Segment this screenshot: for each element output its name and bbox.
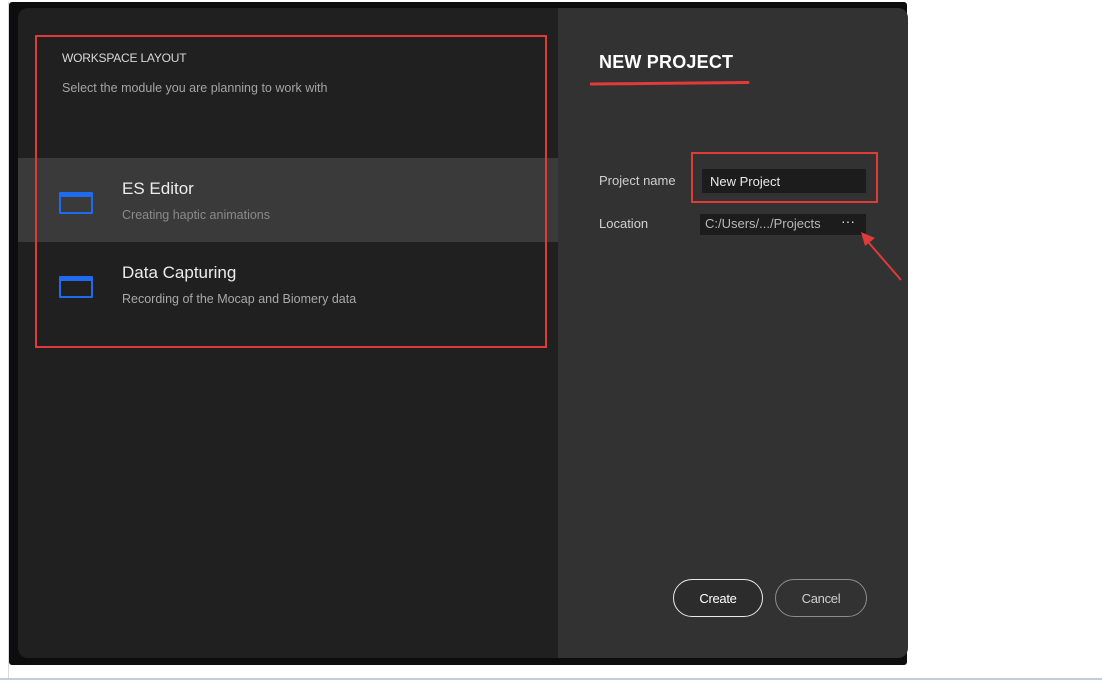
bottom-border-line	[0, 678, 1102, 680]
new-project-pane	[558, 8, 908, 658]
cancel-button[interactable]: Cancel	[775, 579, 867, 617]
module-es-editor[interactable]: ES Editor Creating haptic animations	[18, 158, 558, 242]
location-label: Location	[599, 216, 649, 231]
project-name-label: Project name	[599, 173, 676, 188]
module-data-capturing[interactable]: Data Capturing Recording of the Mocap an…	[18, 242, 558, 326]
workspace-layout-subtitle: Select the module you are planning to wo…	[62, 81, 328, 95]
window-icon	[59, 192, 93, 214]
workspace-layout-pane	[18, 8, 558, 658]
module-name: ES Editor	[122, 179, 194, 198]
workspace-layout-title: WORKSPACE LAYOUT	[62, 51, 187, 65]
window-icon	[59, 276, 93, 298]
title-underline-annotation	[590, 81, 750, 86]
module-description: Creating haptic animations	[122, 208, 270, 222]
ellipsis-icon[interactable]: ···	[841, 213, 855, 229]
module-description: Recording of the Mocap and Biomery data	[122, 292, 357, 306]
module-name: Data Capturing	[122, 263, 237, 282]
project-name-input[interactable]	[702, 169, 866, 193]
create-button[interactable]: Create	[673, 579, 763, 617]
new-project-title: NEW PROJECT	[599, 52, 734, 72]
